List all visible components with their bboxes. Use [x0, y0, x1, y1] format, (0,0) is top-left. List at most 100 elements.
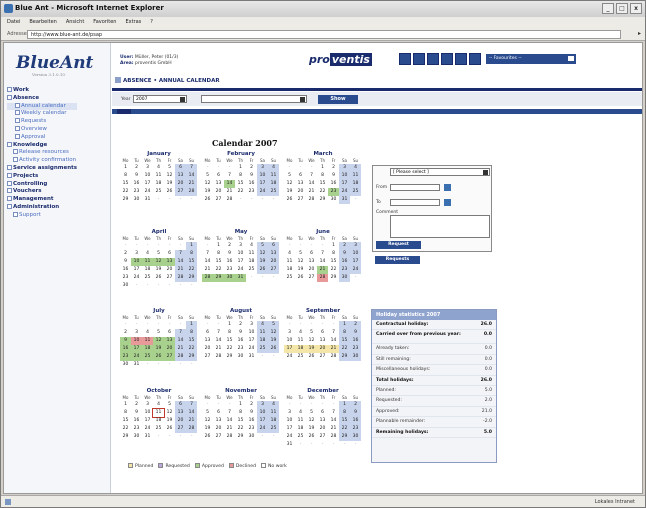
calendar-day[interactable]: 9 — [339, 250, 350, 258]
calendar-day[interactable]: 28 — [224, 433, 235, 441]
calendar-day[interactable]: 13 — [268, 250, 279, 258]
calendar-icon[interactable] — [441, 53, 453, 65]
menu-item[interactable]: Favoriten — [93, 19, 116, 26]
calendar-day[interactable]: 17 — [142, 180, 153, 188]
calendar-day[interactable]: 20 — [175, 180, 186, 188]
calendar-day[interactable]: 25 — [257, 345, 268, 353]
calendar-day[interactable]: 29 — [120, 196, 131, 204]
calendar-day[interactable]: 25 — [350, 188, 361, 196]
calendar-day[interactable]: 12 — [257, 250, 268, 258]
calendar-day[interactable]: 20 — [213, 425, 224, 433]
calendar-day[interactable]: 7 — [317, 250, 328, 258]
calendar-day[interactable]: 25 — [153, 425, 164, 433]
sidebar-item[interactable]: Support — [7, 211, 77, 220]
calendar-day[interactable]: 8 — [186, 250, 197, 258]
calendar-day[interactable]: 5 — [306, 409, 317, 417]
calendar-day[interactable]: 13 — [306, 258, 317, 266]
calendar-day[interactable]: 25 — [142, 353, 153, 361]
calendar-day[interactable]: 21 — [306, 188, 317, 196]
calendar-day[interactable]: 3 — [246, 321, 257, 329]
refresh-icon[interactable] — [455, 53, 467, 65]
calendar-day[interactable]: 6 — [295, 172, 306, 180]
sidebar-item[interactable]: Release resources — [7, 149, 77, 157]
calendar-day[interactable]: 20 — [164, 266, 175, 274]
calendar-day[interactable]: 3 — [284, 409, 295, 417]
calendar-day[interactable]: 18 — [142, 345, 153, 353]
calendar-day[interactable]: 14 — [202, 258, 213, 266]
calendar-day[interactable]: 28 — [306, 196, 317, 204]
sidebar-item[interactable]: Controlling — [7, 180, 77, 189]
to-calendar-icon[interactable] — [444, 199, 451, 206]
comment-textarea[interactable] — [390, 215, 490, 238]
calendar-day[interactable]: 13 — [213, 180, 224, 188]
calendar-day[interactable]: 3 — [235, 242, 246, 250]
address-input[interactable]: http://www.blue-ant.de/psap — [27, 30, 621, 39]
calendar-day[interactable]: 11 — [257, 329, 268, 337]
calendar-day[interactable]: 12 — [153, 258, 164, 266]
calendar-day[interactable]: 8 — [235, 409, 246, 417]
calendar-day[interactable]: 19 — [284, 188, 295, 196]
print-icon[interactable] — [399, 53, 411, 65]
calendar-day[interactable]: 27 — [164, 274, 175, 282]
calendar-day[interactable]: 19 — [202, 425, 213, 433]
calendar-day[interactable]: 2 — [246, 401, 257, 409]
calendar-day[interactable]: 9 — [120, 258, 131, 266]
year-select[interactable]: 2007 — [133, 95, 187, 103]
calendar-day[interactable]: 4 — [268, 401, 279, 409]
calendar-day[interactable]: 15 — [120, 180, 131, 188]
sidebar-item[interactable]: Weekly calendar — [7, 110, 77, 118]
show-button[interactable]: Show — [318, 95, 358, 104]
calendar-day[interactable]: 24 — [257, 425, 268, 433]
calendar-day[interactable]: 15 — [235, 180, 246, 188]
calendar-day[interactable]: 6 — [213, 172, 224, 180]
calendar-day[interactable]: 3 — [142, 401, 153, 409]
calendar-day[interactable]: 27 — [306, 274, 317, 282]
calendar-day[interactable]: 13 — [202, 337, 213, 345]
calendar-day[interactable]: 14 — [224, 417, 235, 425]
calendar-day[interactable]: 22 — [235, 188, 246, 196]
calendar-day[interactable]: 1 — [235, 164, 246, 172]
calendar-day[interactable]: 14 — [186, 172, 197, 180]
calendar-day[interactable]: 10 — [257, 172, 268, 180]
calendar-day[interactable]: 31 — [284, 441, 295, 449]
calendar-day[interactable]: 26 — [202, 196, 213, 204]
calendar-day[interactable]: 21 — [175, 345, 186, 353]
calendar-day[interactable]: 9 — [131, 409, 142, 417]
calendar-day[interactable]: 9 — [131, 172, 142, 180]
calendar-day[interactable]: 13 — [213, 417, 224, 425]
calendar-day[interactable]: 12 — [306, 337, 317, 345]
calendar-day[interactable]: 5 — [306, 329, 317, 337]
calendar-day[interactable]: 9 — [246, 409, 257, 417]
calendar-day[interactable]: 7 — [328, 329, 339, 337]
maximize-button[interactable]: □ — [616, 3, 628, 14]
calendar-day[interactable]: 22 — [186, 345, 197, 353]
calendar-day[interactable]: 3 — [142, 164, 153, 172]
calendar-day[interactable]: 11 — [142, 337, 153, 345]
calendar-day[interactable]: 2 — [224, 242, 235, 250]
calendar-day[interactable]: 28 — [175, 353, 186, 361]
calendar-day[interactable]: 28 — [328, 353, 339, 361]
calendar-day[interactable]: 9 — [224, 250, 235, 258]
calendar-day[interactable]: 25 — [268, 188, 279, 196]
calendar-day[interactable]: 18 — [142, 266, 153, 274]
close-button[interactable]: x — [630, 3, 642, 14]
calendar-day[interactable]: 15 — [120, 417, 131, 425]
calendar-day[interactable]: 11 — [268, 172, 279, 180]
sidebar-item[interactable]: Projects — [7, 172, 77, 181]
calendar-day[interactable]: 2 — [339, 242, 350, 250]
calendar-day[interactable]: 4 — [295, 409, 306, 417]
calendar-day[interactable]: 27 — [295, 196, 306, 204]
sidebar-item[interactable]: Knowledge — [7, 141, 77, 150]
menu-item[interactable]: Extras — [125, 19, 141, 26]
calendar-day[interactable]: 6 — [268, 242, 279, 250]
from-date-input[interactable] — [390, 184, 440, 191]
calendar-day[interactable]: 28 — [328, 433, 339, 441]
calendar-day[interactable]: 10 — [142, 172, 153, 180]
calendar-day[interactable]: 4 — [295, 329, 306, 337]
calendar-day[interactable]: 24 — [235, 266, 246, 274]
calendar-day[interactable]: 7 — [186, 401, 197, 409]
calendar-day[interactable]: 1 — [120, 164, 131, 172]
calendar-day[interactable]: 10 — [257, 409, 268, 417]
calendar-day[interactable]: 10 — [284, 337, 295, 345]
calendar-day[interactable]: 10 — [131, 258, 142, 266]
